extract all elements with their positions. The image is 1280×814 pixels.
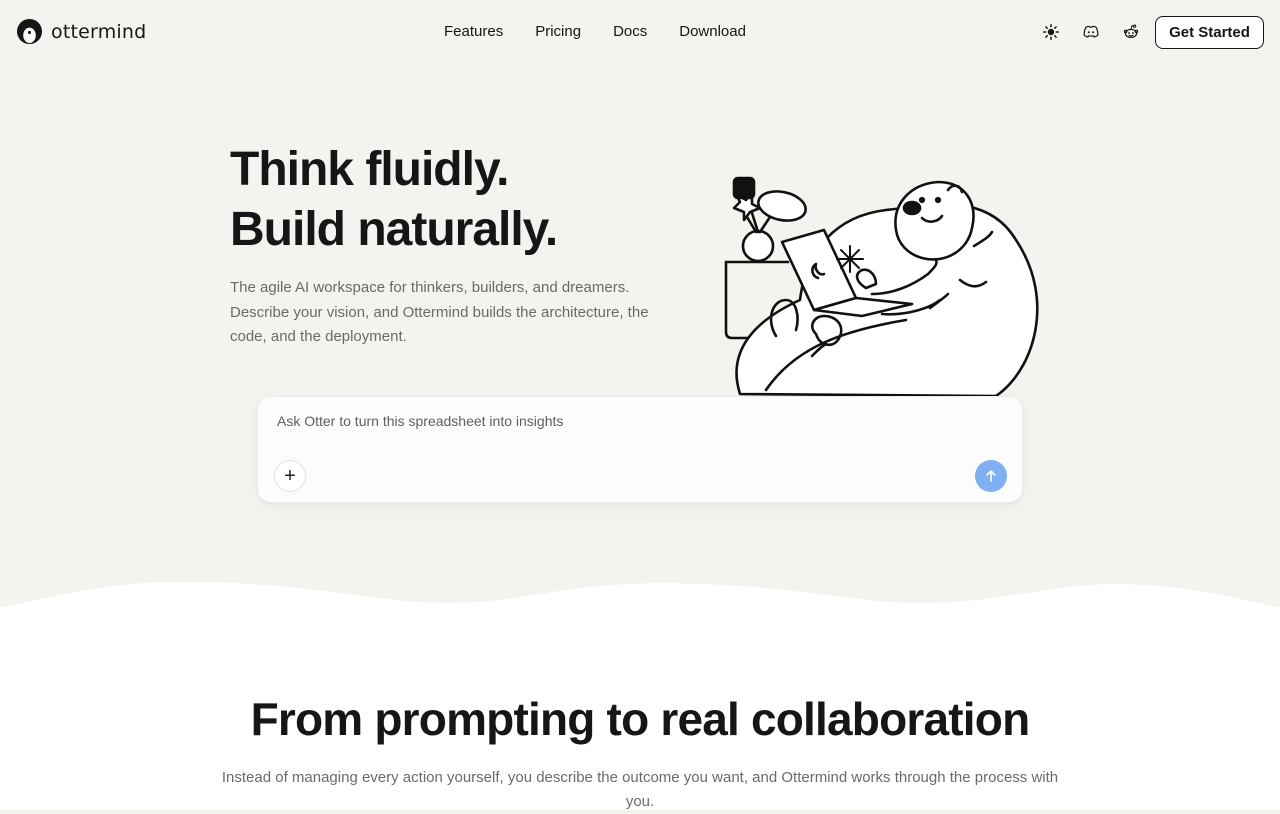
reddit-button[interactable] xyxy=(1120,20,1142,44)
otter-logo-icon xyxy=(16,18,43,45)
otter-with-laptop-illustration xyxy=(724,176,1039,410)
theme-toggle-button[interactable] xyxy=(1040,20,1062,44)
nav-link-docs[interactable]: Docs xyxy=(613,23,647,40)
hero-title-line-1: Think fluidly. xyxy=(230,143,509,196)
hero-title-line-2: Build naturally. xyxy=(230,203,558,256)
section-subtitle: Instead of managing every action yoursel… xyxy=(221,769,1059,810)
send-button[interactable] xyxy=(975,460,1007,492)
nav-link-download[interactable]: Download xyxy=(679,23,746,40)
section-title: From prompting to real collaboration xyxy=(250,693,1031,745)
hero-title: Think fluidly. Build naturally. xyxy=(230,140,558,260)
sun-icon xyxy=(1043,24,1059,40)
prompt-input[interactable] xyxy=(277,413,977,429)
discord-icon xyxy=(1083,25,1099,38)
top-nav: ottermind Features Pricing Docs Download xyxy=(0,0,1280,64)
brand-name: ottermind xyxy=(51,20,147,43)
plus-icon: + xyxy=(284,464,296,487)
nav-link-features[interactable]: Features xyxy=(444,23,503,40)
discord-button[interactable] xyxy=(1080,20,1102,44)
prompt-box: + xyxy=(257,396,1023,503)
get-started-button[interactable]: Get Started xyxy=(1155,16,1264,49)
logo-link[interactable]: ottermind xyxy=(16,18,146,45)
nav-link-pricing[interactable]: Pricing xyxy=(535,23,581,40)
reddit-icon xyxy=(1123,24,1139,38)
nav-icon-group xyxy=(1040,20,1142,44)
hero-subtitle: The agile AI workspace for thinkers, bui… xyxy=(230,279,649,345)
add-attachment-button[interactable]: + xyxy=(274,460,306,492)
arrow-up-icon xyxy=(986,470,996,482)
main-nav: Features Pricing Docs Download xyxy=(444,23,746,40)
